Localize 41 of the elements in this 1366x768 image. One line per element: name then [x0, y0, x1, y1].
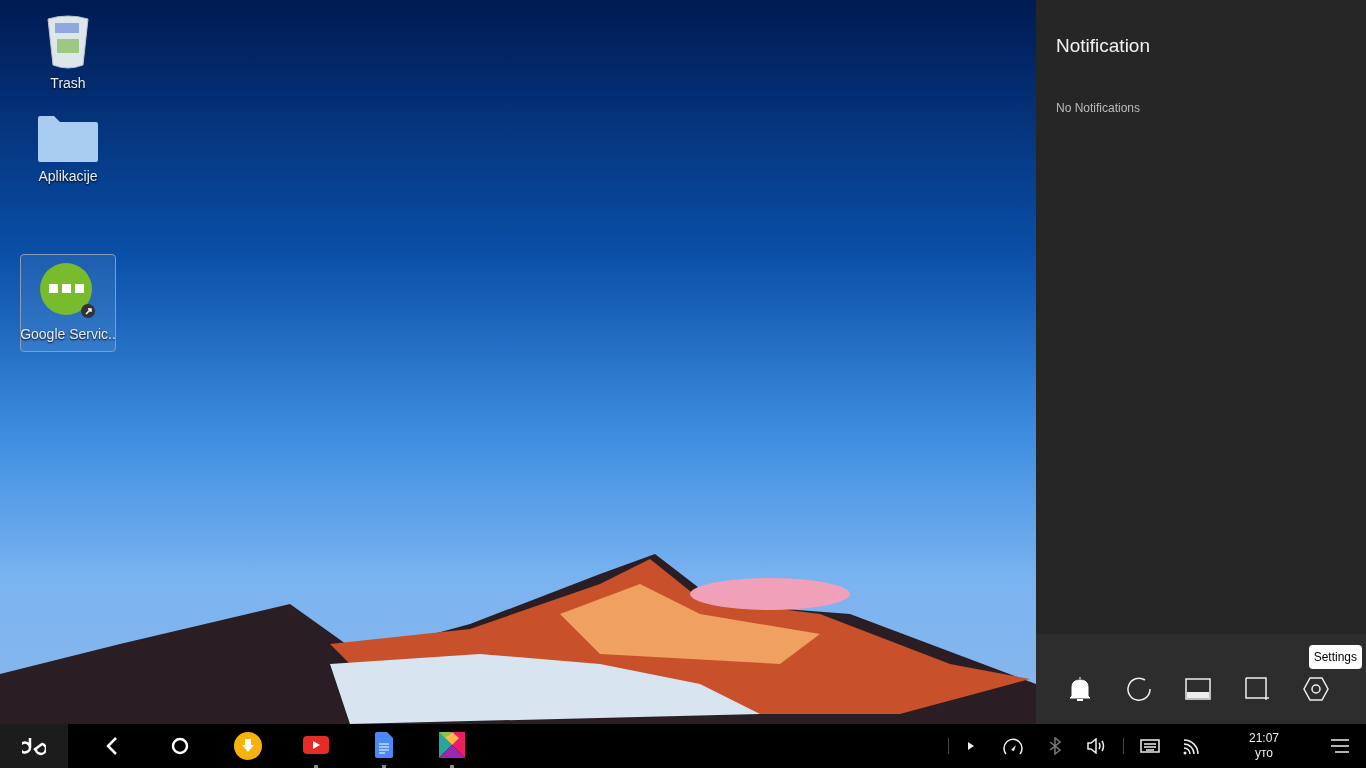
panel-title: Notification: [1056, 34, 1151, 58]
clock-time: 21:07: [1249, 731, 1279, 746]
home-circle-icon: [171, 737, 189, 755]
bluetooth-icon: [1049, 737, 1061, 755]
shortcut-label: Trash: [50, 73, 86, 93]
gauge-icon: [1003, 737, 1023, 755]
speaker-icon: [1087, 738, 1107, 754]
download-icon: [234, 732, 262, 760]
running-indicator: [314, 765, 318, 768]
trash-can-icon: [45, 12, 91, 69]
keyboard-icon: [1140, 739, 1160, 753]
play-video-icon: [303, 735, 329, 754]
document-icon: [375, 731, 393, 758]
desktop-shortcut[interactable]: Google Servic..: [20, 254, 116, 352]
back-icon: [106, 737, 118, 755]
quick-action-button[interactable]: [1243, 675, 1271, 703]
menu-icon: [1331, 739, 1349, 753]
logo-icon: [22, 736, 46, 756]
settings-icon: [1303, 677, 1329, 701]
desktop-shortcut[interactable]: Trash: [20, 4, 116, 102]
desktop-shortcut[interactable]: Aplikacije: [20, 102, 116, 200]
start-button[interactable]: [0, 724, 68, 768]
refresh-icon: [1126, 676, 1152, 702]
quick-action-button[interactable]: [1125, 675, 1153, 703]
cast-signal-icon: [1183, 737, 1201, 755]
triangle-icon: [968, 742, 974, 750]
empty-message: No Notifications: [1056, 99, 1142, 117]
bell-icon: [1069, 676, 1091, 702]
screen-icon: [1185, 678, 1211, 700]
running-indicator: [382, 765, 386, 768]
clock[interactable]: 21:07 уто: [1224, 731, 1304, 761]
shortcut-label: Aplikacije: [38, 166, 98, 186]
shortcut-label: Google Servic..: [20, 324, 116, 344]
colorful-tiles-icon: [439, 731, 465, 758]
running-indicator: [450, 765, 454, 768]
quick-action-button[interactable]: [1184, 675, 1212, 703]
crop-icon: [1245, 677, 1269, 701]
tooltip: Settings: [1308, 645, 1362, 669]
clock-day: уто: [1254, 746, 1273, 761]
app-icon: [39, 261, 97, 320]
folder-icon: [38, 115, 98, 162]
